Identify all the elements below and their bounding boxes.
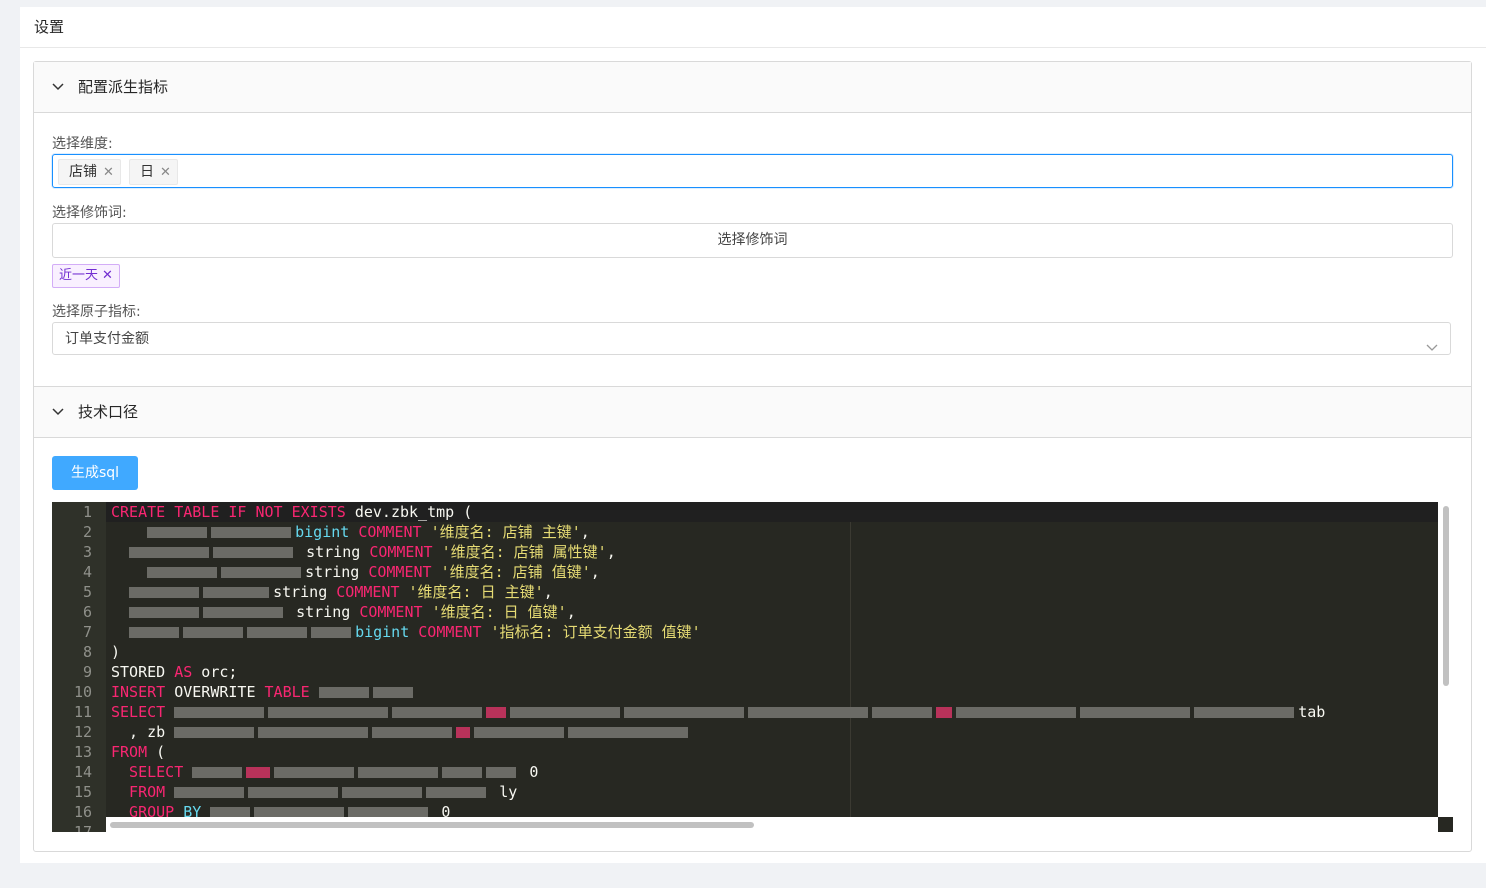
chevron-down-icon (1426, 333, 1438, 366)
dimension-label: 选择维度: (52, 136, 113, 152)
line-number: 15 (73, 783, 92, 801)
line-number: 8 (82, 643, 92, 661)
atomic-metric-select[interactable]: 订单支付金额 (52, 322, 1451, 355)
select-modifier-button[interactable]: 选择修饰词 (52, 223, 1453, 258)
code-line: SELECT 0 (111, 763, 539, 781)
line-number: 1 (82, 503, 92, 521)
line-number: 9 (82, 663, 92, 681)
line-number: 13 (73, 743, 92, 761)
code-line: , zb (111, 722, 692, 742)
collapse-container: 配置派生指标 选择维度: 店铺 ✕ 日 ✕ 选择修饰词: 选择修饰词 近一天 ✕ 选择… (33, 61, 1472, 852)
generate-sql-button[interactable]: 生成sql (52, 456, 138, 490)
panel-body-derived-metric: 选择维度: 店铺 ✕ 日 ✕ 选择修饰词: 选择修饰词 近一天 ✕ 选择原子指标: 订… (34, 113, 1471, 387)
close-icon[interactable]: ✕ (160, 165, 171, 180)
line-number: 17 (73, 823, 92, 832)
line-number: 11 (73, 703, 92, 721)
tag-label: 店铺 (69, 164, 97, 180)
code-line: STORED AS orc; (111, 663, 238, 681)
editor-gutter: 1 2 3 4 5 6 7 8 9 10 11 12 13 14 15 16 1 (52, 502, 106, 832)
panel-body-tech-caliber: 生成sql 1 2 3 4 5 6 7 8 9 10 11 12 13 14 1… (34, 438, 1471, 851)
panel-header-tech-caliber[interactable]: 技术口径 (34, 387, 1471, 438)
code-line: CREATE TABLE IF NOT EXISTS dev.zbk_tmp ( (111, 503, 473, 521)
panel-title: 配置派生指标 (78, 78, 169, 96)
line-number: 10 (73, 683, 92, 701)
line-number: 12 (73, 723, 92, 741)
line-number: 4 (82, 563, 92, 581)
editor-horizontal-scrollbar[interactable] (106, 817, 1438, 832)
line-number: 6 (82, 603, 92, 621)
code-line: string COMMENT '维度名: 店铺 值键', (111, 562, 600, 582)
close-icon[interactable]: ✕ (103, 165, 114, 180)
line-number: 7 (82, 623, 92, 641)
modifier-tag: 近一天 ✕ (52, 264, 120, 288)
atomic-metric-value: 订单支付金额 (65, 331, 149, 347)
close-icon[interactable]: ✕ (102, 268, 113, 283)
code-line: FROM ly (111, 783, 518, 801)
scroll-thumb[interactable] (110, 822, 754, 828)
line-number: 5 (82, 583, 92, 601)
chevron-down-icon (52, 62, 66, 112)
code-line: string COMMENT '维度名: 店铺 属性键', (111, 542, 616, 562)
code-line: INSERT OVERWRITE TABLE (111, 682, 417, 702)
dimension-select[interactable]: 店铺 ✕ 日 ✕ (52, 154, 1453, 188)
dimension-tag: 店铺 ✕ (58, 159, 121, 185)
tag-label: 近一天 (59, 268, 99, 283)
settings-card: 设置 配置派生指标 选择维度: 店铺 ✕ 日 ✕ 选择修饰词: 选择修饰词 近一天 ✕ (20, 7, 1486, 863)
line-number: 3 (82, 543, 92, 561)
line-number: 14 (73, 763, 92, 781)
code-line: FROM ( (111, 743, 166, 761)
sql-editor[interactable]: 1 2 3 4 5 6 7 8 9 10 11 12 13 14 15 16 1 (52, 502, 1453, 832)
code-line: bigint COMMENT '维度名: 店铺 主键', (111, 522, 590, 542)
modifier-label: 选择修饰词: (52, 205, 127, 221)
scroll-thumb[interactable] (1443, 506, 1449, 686)
chevron-down-icon (52, 387, 66, 437)
code-line: SELECT tab (111, 703, 1326, 721)
print-margin (850, 522, 851, 817)
code-line: bigint COMMENT '指标名: 订单支付金额 值键' (111, 622, 701, 642)
code-line: string COMMENT '维度名: 日 主键', (111, 582, 553, 602)
code-line: ) (111, 643, 121, 661)
panel-header-derived-metric[interactable]: 配置派生指标 (34, 62, 1471, 113)
code-line: string COMMENT '维度名: 日 值键', (111, 602, 576, 622)
card-title: 设置 (20, 7, 1486, 48)
dimension-tag: 日 ✕ (129, 159, 178, 185)
editor-vertical-scrollbar[interactable] (1438, 502, 1453, 832)
line-number: 16 (73, 803, 92, 821)
scrollbar-corner (1438, 817, 1453, 832)
tag-label: 日 (140, 164, 154, 180)
panel-title: 技术口径 (78, 403, 139, 421)
line-number: 2 (82, 523, 92, 541)
atomic-metric-label: 选择原子指标: (52, 304, 141, 320)
